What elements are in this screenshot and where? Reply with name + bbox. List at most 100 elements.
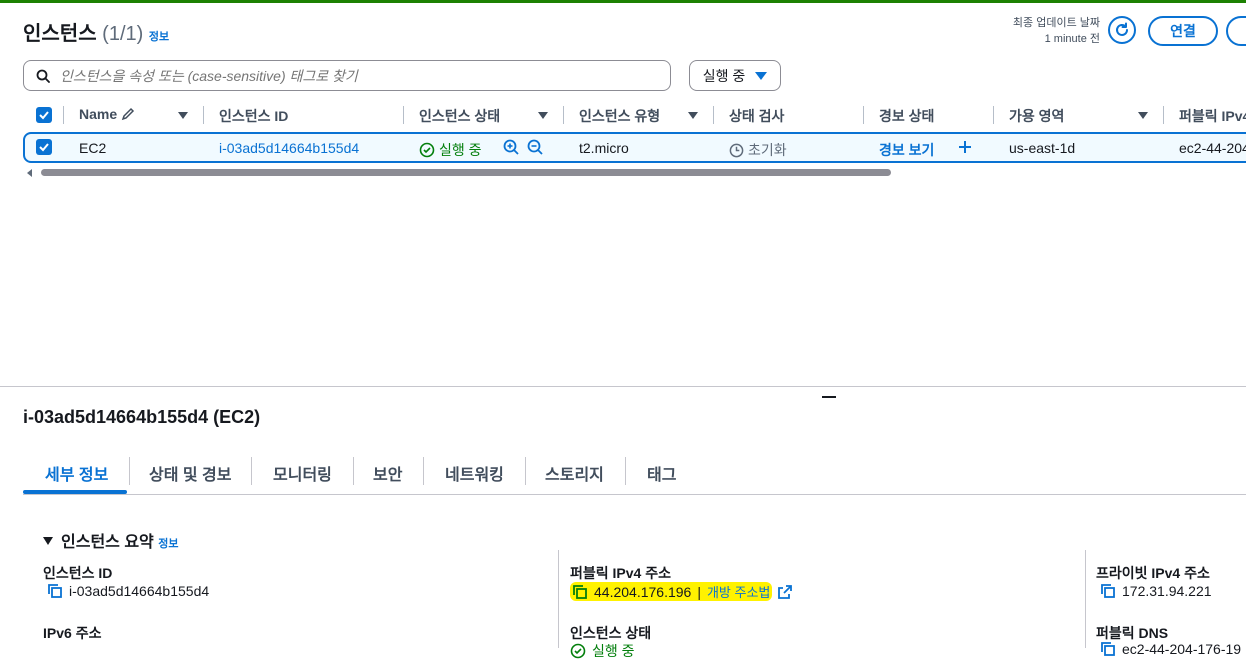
info-link[interactable]: 정보 xyxy=(149,31,169,43)
instance-id-value: i-03ad5d14664b155d4 xyxy=(47,583,209,599)
column-header-instance-type[interactable]: 인스턴스 유형 xyxy=(579,106,660,126)
connect-button[interactable]: 연결 xyxy=(1148,16,1218,46)
public-ipv4-value: 44.204.176.196 | 개방 주소법 xyxy=(570,582,793,601)
private-ipv4-label: 프라이빗 IPv4 주소 xyxy=(1096,565,1210,581)
column-header-availability-zone[interactable]: 가용 영역 xyxy=(1009,106,1064,126)
column-header-instance-state[interactable]: 인스턴스 상태 xyxy=(419,106,500,126)
tab-storage[interactable]: 스토리지 xyxy=(545,461,604,485)
row-checkbox[interactable] xyxy=(36,139,52,155)
open-address-link[interactable]: 개방 주소법 xyxy=(707,582,770,601)
search-box[interactable] xyxy=(23,60,671,91)
zoom-in-icon[interactable] xyxy=(503,139,520,159)
tab-divider xyxy=(353,457,354,485)
tab-divider xyxy=(625,457,626,485)
success-flash-bar xyxy=(0,0,1246,3)
instance-state-value: 실행 중 xyxy=(570,641,635,661)
instance-state-filter[interactable]: 실행 중 xyxy=(689,60,781,91)
sort-icon[interactable] xyxy=(538,112,548,119)
pencil-icon xyxy=(121,107,135,121)
instance-state-text: 실행 중 xyxy=(592,643,635,659)
tab-monitoring[interactable]: 모니터링 xyxy=(273,461,332,485)
column-header-alarm-status[interactable]: 경보 상태 xyxy=(879,106,934,126)
tab-security[interactable]: 보안 xyxy=(373,461,402,485)
highlight-mark: 44.204.176.196 | 개방 주소법 xyxy=(570,582,773,601)
row-public-dns: ec2-44-204 xyxy=(1179,140,1246,156)
instance-id-label: 인스턴스 ID xyxy=(43,565,113,581)
column-divider xyxy=(63,106,64,124)
tab-divider xyxy=(251,457,252,485)
ipv6-label: IPv6 주소 xyxy=(43,625,102,641)
tab-details[interactable]: 세부 정보 xyxy=(45,461,108,485)
tab-networking[interactable]: 네트워킹 xyxy=(445,461,504,485)
public-ipv4-label: 퍼블릭 IPv4 주소 xyxy=(570,565,671,581)
drag-handle-icon[interactable] xyxy=(822,396,836,398)
check-icon xyxy=(39,143,49,152)
public-dns-text: ec2-44-204-176-19 xyxy=(1122,641,1242,657)
tab-tags[interactable]: 태그 xyxy=(647,461,676,485)
instance-state-label: 인스턴스 상태 xyxy=(570,625,652,641)
success-check-icon xyxy=(419,142,435,158)
select-all-checkbox[interactable] xyxy=(36,107,52,123)
last-updated: 최종 업데이트 날짜 1 minute 전 xyxy=(1013,15,1100,47)
value-separator: | xyxy=(697,583,701,600)
tab-status-alarms[interactable]: 상태 및 경보 xyxy=(149,461,232,485)
column-header-status-check[interactable]: 상태 검사 xyxy=(729,106,784,126)
row-status-check: 초기화 xyxy=(729,140,787,160)
page-title-text: 인스턴스 xyxy=(23,23,97,45)
column-divider xyxy=(993,106,994,124)
column-header-instance-id[interactable]: 인스턴스 ID xyxy=(219,106,288,126)
column-divider xyxy=(863,106,864,124)
copy-icon[interactable] xyxy=(47,583,63,599)
detail-title: i-03ad5d14664b155d4 (EC2) xyxy=(23,407,261,427)
add-alarm-icon[interactable] xyxy=(957,139,973,158)
instance-state-button[interactable] xyxy=(1226,16,1246,46)
column-header-public-ipv4[interactable]: 퍼블릭 IPv4 xyxy=(1179,106,1246,126)
column-divider xyxy=(713,106,714,124)
row-status-check-text: 초기화 xyxy=(748,142,787,158)
copy-icon[interactable] xyxy=(1100,583,1116,599)
private-ipv4-text: 172.31.94.221 xyxy=(1122,583,1212,599)
collapse-caret-icon xyxy=(43,537,53,545)
scroll-left-icon[interactable] xyxy=(27,169,32,177)
summary-info-link[interactable]: 정보 xyxy=(158,538,178,550)
search-icon xyxy=(36,69,50,83)
split-panel-divider[interactable] xyxy=(0,386,1246,387)
copy-icon[interactable] xyxy=(572,584,588,600)
row-state-text: 실행 중 xyxy=(439,142,482,158)
table-header: Name 인스턴스 ID 인스턴스 상태 인스턴스 유형 상태 검사 경보 상태… xyxy=(23,102,1246,128)
row-instance-id-link[interactable]: i-03ad5d14664b155d4 xyxy=(219,140,359,156)
summary-section-header[interactable]: 인스턴스 요약 정보 xyxy=(43,528,178,552)
column-header-name[interactable]: Name xyxy=(79,106,135,122)
instance-id-text: i-03ad5d14664b155d4 xyxy=(69,583,210,599)
tab-divider xyxy=(525,457,526,485)
refresh-button[interactable] xyxy=(1108,16,1136,44)
column-divider xyxy=(403,106,404,124)
sort-icon[interactable] xyxy=(1138,112,1148,119)
check-icon xyxy=(39,111,49,120)
caret-down-icon xyxy=(755,71,768,80)
column-divider xyxy=(1163,106,1164,124)
last-updated-value: 1 minute 전 xyxy=(1044,33,1100,45)
state-filter-value: 실행 중 xyxy=(702,67,746,84)
public-dns-value: ec2-44-204-176-19 xyxy=(1100,641,1241,657)
search-input[interactable] xyxy=(58,66,652,85)
view-alarms-link[interactable]: 경보 보기 xyxy=(879,140,934,160)
last-updated-label: 최종 업데이트 날짜 xyxy=(1012,17,1100,29)
column-divider xyxy=(1085,550,1086,648)
refresh-icon xyxy=(1116,22,1128,36)
detail-tabs: 세부 정보 상태 및 경보 모니터링 보안 네트워킹 스토리지 태그 xyxy=(23,455,1246,495)
row-availability-zone: us-east-1d xyxy=(1009,140,1076,156)
sort-icon[interactable] xyxy=(688,112,698,119)
external-link-icon[interactable] xyxy=(778,584,793,599)
horizontal-scrollbar[interactable] xyxy=(23,168,1246,177)
copy-icon[interactable] xyxy=(1100,641,1116,657)
zoom-out-icon[interactable] xyxy=(527,139,544,159)
column-divider xyxy=(558,550,559,648)
sort-icon[interactable] xyxy=(178,112,188,119)
summary-title-text: 인스턴스 요약 xyxy=(61,534,154,551)
table-row[interactable]: EC2 i-03ad5d14664b155d4 실행 중 t2.micro 초기… xyxy=(23,132,1246,163)
column-divider xyxy=(203,106,204,124)
active-tab-indicator xyxy=(23,490,127,494)
scrollbar-thumb[interactable] xyxy=(41,169,891,176)
page-title: 인스턴스 (1/1) 정보 xyxy=(23,17,169,46)
